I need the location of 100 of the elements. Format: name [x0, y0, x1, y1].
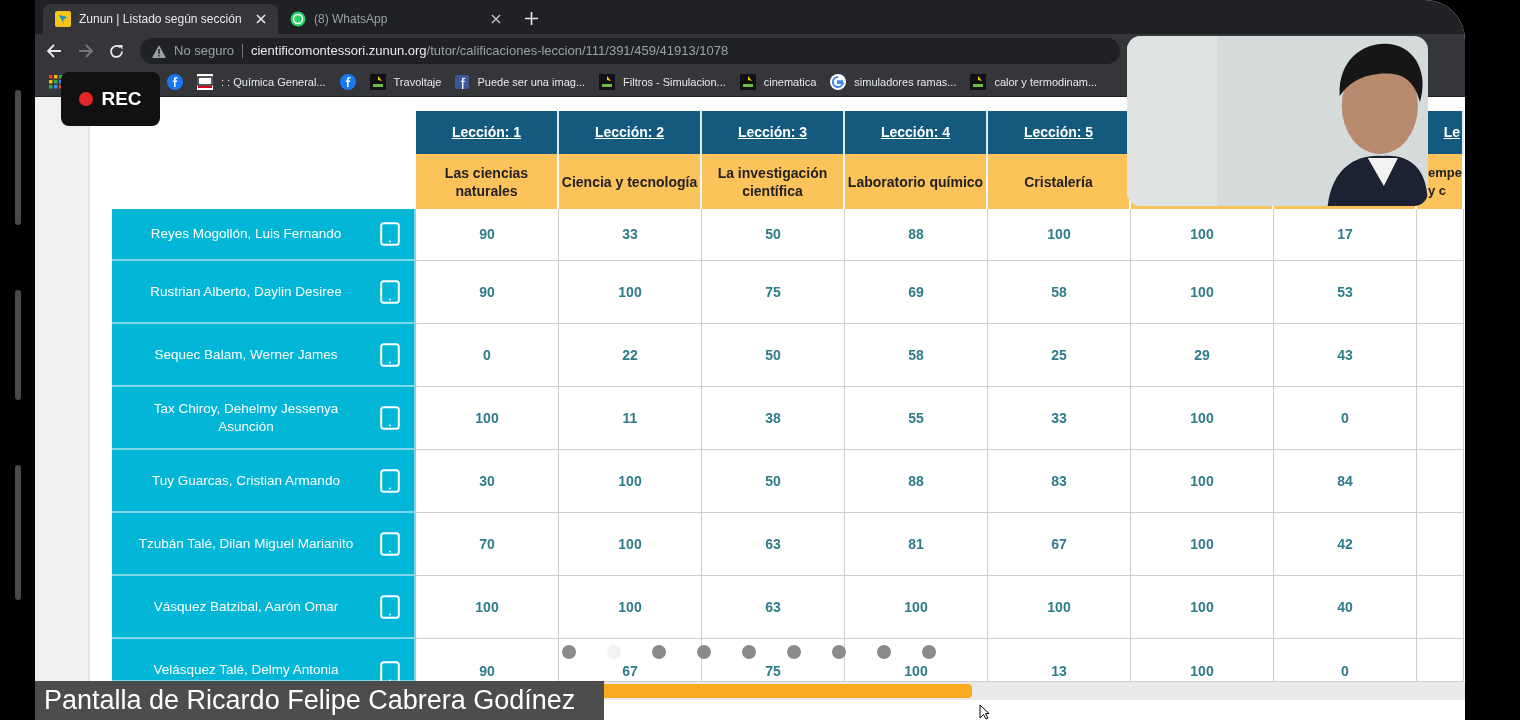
score-cell: 100 [1131, 387, 1274, 450]
carousel-dots-icon [561, 644, 937, 660]
score-cell: 17 [1274, 209, 1417, 261]
score-cell: 83 [988, 450, 1131, 513]
bookmark[interactable]: Puede ser una imag... [455, 73, 586, 91]
student-name-cell: Vásquez Batzibal, Aarón Omar [112, 576, 416, 639]
score-cell: 43 [1274, 324, 1417, 387]
lesson-title-cell: Cristalería [988, 154, 1131, 209]
lesson-title-cell: La investigación científica [702, 154, 845, 209]
score-cell: 100 [559, 576, 702, 639]
student-name-cell: Rustrian Alberto, Daylin Desiree [112, 261, 416, 324]
score-cell: 69 [845, 261, 988, 324]
lesson-title-cell: Ciencia y tecnología [559, 154, 702, 209]
score-cell: 90 [416, 209, 559, 261]
score-cell: 0 [416, 324, 559, 387]
score-cell [1417, 387, 1464, 450]
score-cell: 30 [416, 450, 559, 513]
lesson-link[interactable]: Lección: 2 [594, 122, 665, 143]
score-cell: 53 [1274, 261, 1417, 324]
score-cell [1417, 450, 1464, 513]
score-cell: 63 [702, 576, 845, 639]
student-name-cell: Tuy Guarcas, Cristian Armando [112, 450, 416, 513]
lightbulb-logo-icon [970, 74, 987, 90]
lesson-title-cell: Laboratorio químico [845, 154, 988, 209]
score-cell: 33 [559, 209, 702, 261]
tab-title: (8) WhatsApp [314, 11, 389, 28]
apps-grid-icon[interactable] [49, 75, 63, 89]
score-cell: 100 [1131, 450, 1274, 513]
student-name-cell: Tax Chiroy, Dehelmy Jessenya Asunción [112, 387, 416, 450]
score-cell: 100 [559, 513, 702, 576]
score-cell: 100 [845, 576, 988, 639]
score-cell [1417, 209, 1464, 261]
record-badge: REC [61, 72, 160, 126]
score-cell: 100 [416, 387, 559, 450]
bookmark[interactable]: : : Química General... [197, 73, 326, 91]
tab-title: Zunun | Listado según sección [79, 11, 243, 28]
score-cell: 67 [988, 513, 1131, 576]
lightbulb-logo-icon [369, 74, 386, 90]
horizontal-scrollbar[interactable] [604, 682, 1465, 700]
score-cell: 100 [416, 576, 559, 639]
bird-logo-icon [55, 11, 71, 27]
score-cell: 100 [1131, 261, 1274, 324]
student-name-cell: Velásquez Talé, Delmy Antonia [112, 639, 416, 682]
new-tab-icon[interactable] [525, 12, 538, 25]
lightbulb-logo-icon [599, 74, 616, 90]
score-cell: 100 [559, 450, 702, 513]
score-cell: 11 [559, 387, 702, 450]
score-cell: 58 [988, 261, 1131, 324]
score-cell [1417, 261, 1464, 324]
presenter-caption: Pantalla de Ricardo Felipe Cabrera Godínez [35, 681, 604, 720]
facebook-icon [339, 74, 356, 90]
warning-icon [152, 44, 166, 58]
scrollbar-thumb[interactable] [604, 684, 972, 698]
bookmark[interactable]: calor y termodinam... [970, 73, 1098, 91]
chat-logo-icon [290, 11, 306, 27]
score-cell: 22 [559, 324, 702, 387]
lesson-link[interactable]: Lección: 1 [451, 122, 522, 143]
lesson-link[interactable]: Lección: 5 [1023, 122, 1094, 143]
score-cell [1417, 576, 1464, 639]
bookmark[interactable]: Travoltaje [369, 73, 442, 91]
score-cell: 33 [988, 387, 1131, 450]
score-cell: 100 [988, 576, 1131, 639]
student-name-cell: Sequec Balam, Werner James [112, 324, 416, 387]
forward-arrow-icon[interactable] [78, 44, 93, 58]
score-cell: 100 [1131, 209, 1274, 261]
score-cell: 75 [702, 261, 845, 324]
lightbulb-logo-icon [739, 74, 756, 90]
score-cell: 100 [559, 261, 702, 324]
score-cell: 88 [845, 450, 988, 513]
bookmark[interactable]: Filtros - Simulacion... [599, 73, 726, 91]
score-cell: 70 [416, 513, 559, 576]
score-cell: 50 [702, 209, 845, 261]
score-cell: 100 [1131, 513, 1274, 576]
reload-icon[interactable] [109, 43, 124, 59]
score-cell: 100 [1131, 576, 1274, 639]
google-icon [830, 74, 847, 90]
score-cell: 40 [1274, 576, 1417, 639]
facebook-icon [167, 74, 183, 90]
score-cell [1417, 513, 1464, 576]
browser-tab[interactable]: (8) WhatsApp [278, 4, 513, 34]
score-cell: 25 [988, 324, 1131, 387]
student-name-cell: Tzubán Talé, Dilan Miguel Marianito [112, 513, 416, 576]
browser-tab[interactable]: Zunun | Listado según sección [43, 4, 278, 34]
close-icon[interactable] [491, 14, 501, 24]
record-dot-icon [79, 92, 94, 106]
score-cell: 42 [1274, 513, 1417, 576]
lesson-link[interactable]: Lección: 3 [737, 122, 808, 143]
security-label: No seguro [174, 42, 234, 61]
student-name-cell: Reyes Mogollón, Luis Fernando [112, 209, 416, 261]
url-text: cientificomontessori.zunun.org/tutor/calificaciones-leccion/111/391/459/41913/1078 [251, 42, 729, 61]
address-bar[interactable]: No seguro cientificomontessori.zunun.org/tutor/calificaciones-leccion/111/391/459/41913/1078 [140, 38, 1120, 64]
score-cell: 63 [702, 513, 845, 576]
lesson-link[interactable]: Le [1443, 122, 1460, 143]
score-cell: 50 [702, 324, 845, 387]
score-cell: 84 [1274, 450, 1417, 513]
back-arrow-icon[interactable] [47, 44, 62, 58]
bookmark[interactable]: cinematica [739, 73, 817, 91]
score-cell: 55 [845, 387, 988, 450]
bookmark[interactable]: simuladores ramas... [830, 73, 957, 91]
lesson-link[interactable]: Lección: 4 [880, 122, 951, 143]
